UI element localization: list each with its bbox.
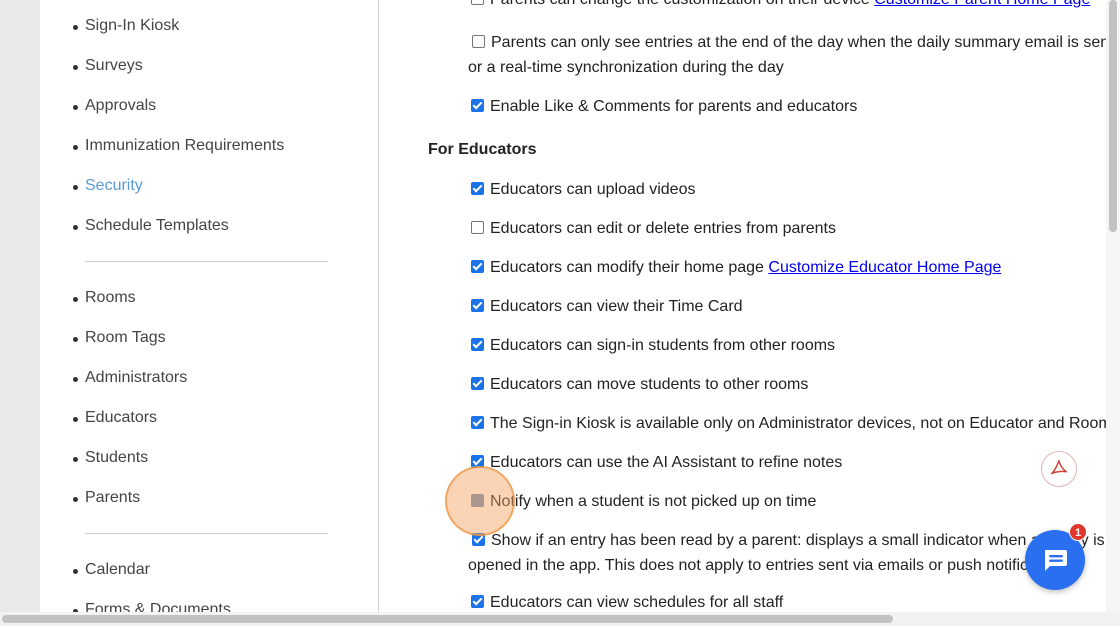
setting-label: Notify when a student is not picked up o… xyxy=(490,493,817,510)
checkbox-parents-end-of-day[interactable] xyxy=(472,35,485,48)
section-title-educators: For Educators xyxy=(428,141,537,158)
setting-label: The Sign-in Kiosk is available only on A… xyxy=(490,415,1120,432)
setting-ai-assistant: Educators can use the AI Assistant to re… xyxy=(471,453,842,473)
checkbox-like-comments[interactable] xyxy=(471,99,484,112)
checkbox-view-schedules[interactable] xyxy=(471,595,484,608)
sidebar-item-educators[interactable]: Educators xyxy=(72,409,157,427)
checkbox-not-picked-up[interactable] xyxy=(471,494,484,507)
setting-parents-end-of-day: Parents can only see entries at the end … xyxy=(468,30,1120,80)
sidebar-item-calendar[interactable]: Calendar xyxy=(73,561,150,579)
checkbox-read-indicator[interactable] xyxy=(472,533,485,546)
sidebar-item-parents[interactable]: Parents xyxy=(72,489,140,507)
setting-sign-in-other-rooms: Educators can sign-in students from othe… xyxy=(471,336,835,356)
chat-badge: 1 xyxy=(1069,523,1087,541)
sidebar-divider xyxy=(85,533,328,534)
sidebar-item-schedule-templates[interactable]: Schedule Templates xyxy=(73,217,229,235)
setting-label: Educators can upload videos xyxy=(490,181,696,198)
sidebar-item-security[interactable]: Security xyxy=(73,177,143,195)
security-settings-panel: Parents can change the customization on … xyxy=(378,0,1120,626)
pdf-icon xyxy=(1050,460,1068,475)
setting-label: Educators can edit or delete entries fro… xyxy=(490,220,836,237)
setting-edit-delete-entries: Educators can edit or delete entries fro… xyxy=(471,219,836,239)
sidebar-item-approvals[interactable]: Approvals xyxy=(72,97,156,115)
sidebar-item-sign-in-kiosk[interactable]: Sign-In Kiosk xyxy=(72,17,179,35)
setting-label: Educators can move students to other roo… xyxy=(490,376,809,393)
setting-modify-home-page: Educators can modify their home page Cus… xyxy=(471,258,1001,278)
sidebar-item-students[interactable]: Students xyxy=(72,449,148,467)
setting-not-picked-up: Notify when a student is not picked up o… xyxy=(471,492,816,512)
horizontal-scrollbar-thumb[interactable] xyxy=(2,615,893,623)
setting-label: Enable Like & Comments for parents and e… xyxy=(490,98,858,115)
setting-view-schedules: Educators can view schedules for all sta… xyxy=(471,593,783,613)
setting-label: Parents can change the customization on … xyxy=(490,0,870,8)
sidebar-item-surveys[interactable]: Surveys xyxy=(73,57,143,75)
setting-label: Educators can use the AI Assistant to re… xyxy=(490,454,843,471)
setting-read-indicator: Show if an entry has been read by a pare… xyxy=(468,528,1120,578)
sidebar-item-immunization-requirements[interactable]: Immunization Requirements xyxy=(72,137,284,155)
chat-icon xyxy=(1045,550,1067,571)
sidebar-item-room-tags[interactable]: Room Tags xyxy=(73,329,166,347)
checkbox-ai-assistant[interactable] xyxy=(471,455,484,468)
setting-move-students: Educators can move students to other roo… xyxy=(471,375,808,395)
checkbox-sign-in-other-rooms[interactable] xyxy=(471,338,484,351)
setting-label: Educators can view their Time Card xyxy=(490,298,743,315)
checkbox-move-students[interactable] xyxy=(471,377,484,390)
sidebar-item-rooms[interactable]: Rooms xyxy=(73,289,136,307)
setting-label: Show if an entry has been read by a pare… xyxy=(468,532,1105,574)
setting-label: Educators can sign-in students from othe… xyxy=(490,337,836,354)
checkbox-upload-videos[interactable] xyxy=(471,182,484,195)
setting-label: Educators can view schedules for all sta… xyxy=(490,594,784,611)
checkbox-edit-delete-entries[interactable] xyxy=(471,221,484,234)
sidebar-item-administrators[interactable]: Administrators xyxy=(72,369,187,387)
sidebar-divider xyxy=(85,261,328,262)
sidebar: Sign-In Kiosk Surveys Approvals Immuniza… xyxy=(40,0,378,626)
checkbox-modify-home-page[interactable] xyxy=(471,260,484,273)
setting-like-comments: Enable Like & Comments for parents and e… xyxy=(471,97,857,117)
setting-kiosk-admin-only: The Sign-in Kiosk is available only on A… xyxy=(471,414,1120,434)
checkbox-kiosk-admin-only[interactable] xyxy=(471,416,484,429)
vertical-scrollbar-thumb[interactable] xyxy=(1109,0,1117,232)
checkbox-time-card[interactable] xyxy=(471,299,484,312)
customize-educator-home-link[interactable]: Customize Educator Home Page xyxy=(768,259,1001,276)
setting-upload-videos: Educators can upload videos xyxy=(471,180,695,200)
customize-parent-home-link[interactable]: Customize Parent Home Page xyxy=(874,0,1090,8)
setting-parents-customize: Parents can change the customization on … xyxy=(471,0,1090,10)
setting-label: Parents can only see entries at the end … xyxy=(468,34,1118,76)
checkbox-parents-customize[interactable] xyxy=(471,0,484,5)
setting-label: Educators can modify their home page xyxy=(490,259,764,276)
pdf-button[interactable] xyxy=(1041,451,1077,487)
setting-time-card: Educators can view their Time Card xyxy=(471,297,743,317)
